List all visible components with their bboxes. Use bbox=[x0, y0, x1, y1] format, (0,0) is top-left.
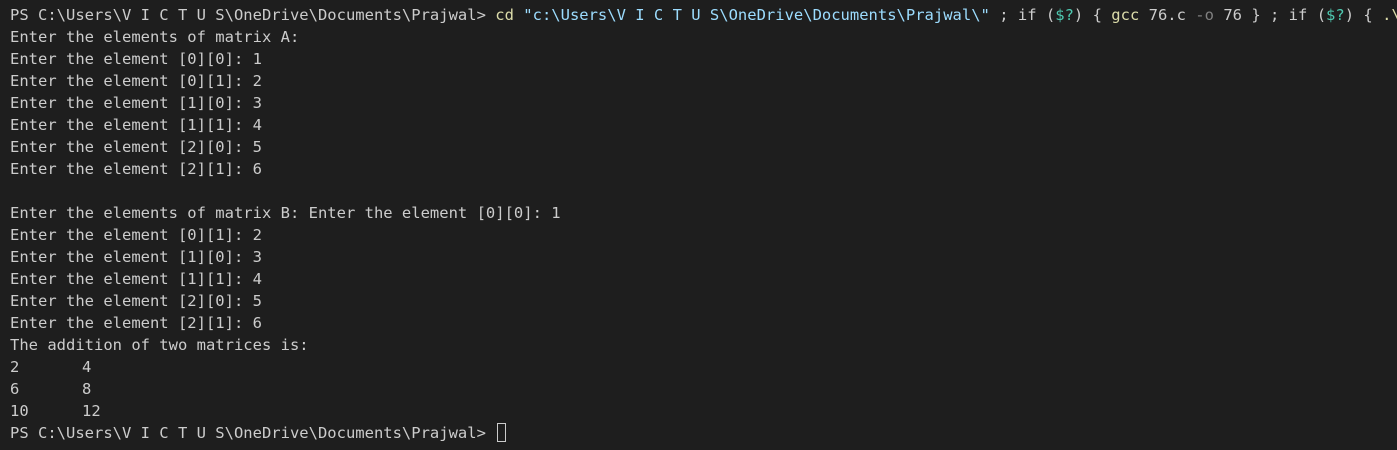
matrix-row: 24 bbox=[10, 356, 1397, 378]
matrix-cell: 12 bbox=[82, 402, 101, 420]
prompt: PS C:\Users\V I C T U S\OneDrive\Documen… bbox=[10, 6, 486, 24]
output-line: Enter the element [2][0]: 5 bbox=[10, 138, 262, 156]
gcc-command: gcc bbox=[1111, 6, 1140, 24]
cd-command: cd bbox=[495, 6, 514, 24]
terminal-window[interactable]: PS C:\Users\V I C T U S\OneDrive\Documen… bbox=[0, 0, 1397, 450]
matrix-cell: 2 bbox=[10, 358, 20, 376]
output-name: 76 bbox=[1223, 6, 1242, 24]
text-cursor[interactable] bbox=[497, 423, 507, 442]
brace-open-2: { bbox=[1363, 6, 1373, 24]
if-keyword: if bbox=[1017, 6, 1037, 24]
output-line: Enter the element [0][1]: 2 bbox=[10, 226, 262, 244]
matrix-row: 68 bbox=[10, 378, 1397, 400]
output-line: Enter the element [1][0]: 3 bbox=[10, 94, 262, 112]
source-file: 76.c bbox=[1148, 6, 1186, 24]
separator: ; bbox=[989, 6, 1018, 24]
matrix-cell: 6 bbox=[10, 380, 20, 398]
run-executable: .\76 bbox=[1382, 6, 1397, 24]
status-check-2: ($?) bbox=[1316, 6, 1355, 24]
output-line: Enter the element [0][1]: 2 bbox=[10, 72, 262, 90]
if-keyword-2: if bbox=[1288, 6, 1308, 24]
final-prompt-line[interactable]: PS C:\Users\V I C T U S\OneDrive\Documen… bbox=[10, 422, 1397, 444]
output-line: Enter the element [1][0]: 3 bbox=[10, 248, 262, 266]
matrix-cell: 10 bbox=[10, 402, 29, 420]
command-line: PS C:\Users\V I C T U S\OneDrive\Documen… bbox=[10, 4, 1397, 26]
output-line: Enter the element [0][0]: 1 bbox=[10, 50, 262, 68]
output-line: Enter the element [2][1]: 6 bbox=[10, 160, 262, 178]
output-line: Enter the element [1][1]: 4 bbox=[10, 116, 262, 134]
output-line: Enter the element [2][1]: 6 bbox=[10, 314, 262, 332]
status-check: ($?) bbox=[1045, 6, 1084, 24]
output-line: The addition of two matrices is: bbox=[10, 336, 309, 354]
status-var-2: $? bbox=[1326, 6, 1345, 24]
brace-open: { bbox=[1092, 6, 1102, 24]
output-line: Enter the elements of matrix B: Enter th… bbox=[10, 204, 561, 222]
brace-close: } bbox=[1251, 6, 1261, 24]
status-var: $? bbox=[1055, 6, 1074, 24]
matrix-row: 10 12 bbox=[10, 400, 1397, 422]
output-line: Enter the elements of matrix A: bbox=[10, 28, 300, 46]
output-line: Enter the element [2][0]: 5 bbox=[10, 292, 262, 310]
cd-path: "c:\Users\V I C T U S\OneDrive\Documents… bbox=[523, 6, 990, 24]
output-line: Enter the element [1][1]: 4 bbox=[10, 270, 262, 288]
separator-2: ; bbox=[1260, 6, 1289, 24]
final-prompt: PS C:\Users\V I C T U S\OneDrive\Documen… bbox=[10, 424, 486, 442]
matrix-cell: 8 bbox=[82, 380, 92, 398]
output-flag: -o bbox=[1195, 6, 1214, 24]
matrix-cell: 4 bbox=[82, 358, 92, 376]
